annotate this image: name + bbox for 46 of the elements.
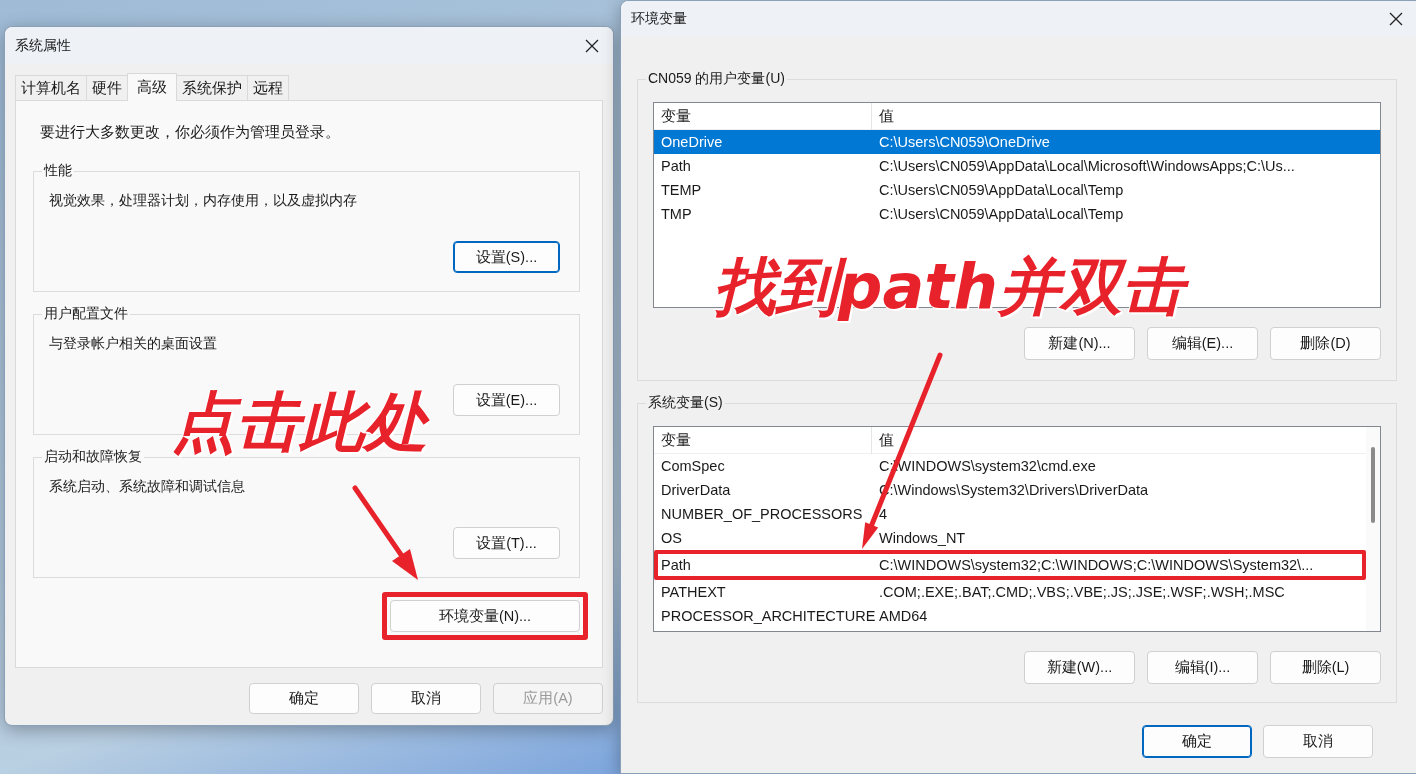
close-icon[interactable]	[1389, 12, 1403, 26]
list-button[interactable]: 删除(L)	[1270, 651, 1381, 684]
dialog-button[interactable]: 确定	[1142, 725, 1252, 758]
group-title: CN059 的用户变量(U)	[646, 70, 787, 87]
window-title: 系统属性	[15, 36, 71, 55]
group-title: 系统变量(S)	[646, 394, 725, 411]
list-row[interactable]: OneDrive C:\Users\CN059\OneDrive	[654, 130, 1380, 154]
notice-text: 要进行大多数更改，你必须作为管理员登录。	[40, 123, 341, 142]
settings-button[interactable]: 设置(T)...	[453, 527, 560, 559]
dialog-button[interactable]: 取消	[371, 683, 481, 714]
list-button[interactable]: 编辑(E)...	[1147, 327, 1258, 360]
group-description: 视觉效果，处理器计划，内存使用，以及虚拟内存	[49, 192, 358, 210]
group-description: 系统启动、系统故障和调试信息	[49, 478, 246, 496]
settings-button[interactable]: 设置(S)...	[453, 241, 560, 273]
environment-variables-button[interactable]: 环境变量(N)...	[390, 600, 580, 632]
annotation-text: 点击此处	[171, 384, 431, 461]
list-row[interactable]: Path C:\WINDOWS\system32;C:\WINDOWS;C:\WINDOWS\System32\...	[654, 550, 1366, 580]
window-title: 环境变量	[631, 10, 687, 28]
column-header[interactable]: 值	[872, 427, 894, 454]
list-row[interactable]: NUMBER_OF_PROCESSORS 4	[654, 502, 1366, 526]
dialog-button[interactable]: 取消	[1263, 725, 1373, 758]
scrollbar[interactable]	[1366, 427, 1380, 631]
tab[interactable]: 远程	[247, 75, 289, 100]
list-button[interactable]: 删除(D)	[1270, 327, 1381, 360]
close-icon[interactable]	[585, 38, 599, 53]
tab[interactable]: 高级	[127, 73, 177, 101]
list-row[interactable]: OS Windows_NT	[654, 526, 1366, 550]
list-button[interactable]: 编辑(I)...	[1147, 651, 1258, 684]
list-row[interactable]: TEMP C:\Users\CN059\AppData\Local\Temp	[654, 178, 1380, 202]
list-button[interactable]: 新建(N)...	[1024, 327, 1135, 360]
list-row[interactable]: PATHEXT .COM;.EXE;.BAT;.CMD;.VBS;.VBE;.JS;.JSE;.WSF;.WSH;.MSC	[654, 580, 1366, 604]
column-header[interactable]: 值	[872, 103, 894, 130]
group-title: 用户配置文件	[42, 305, 130, 322]
column-header[interactable]: 变量	[654, 427, 872, 454]
tab[interactable]: 计算机名	[15, 75, 87, 100]
list-row[interactable]: TMP C:\Users\CN059\AppData\Local\Temp	[654, 202, 1380, 226]
group-title: 启动和故障恢复	[42, 448, 144, 465]
column-header[interactable]: 变量	[654, 103, 872, 130]
list-row[interactable]: Path C:\Users\CN059\AppData\Local\Microsoft\WindowsApps;C:\Us...	[654, 154, 1380, 178]
group-description: 与登录帐户相关的桌面设置	[49, 335, 218, 353]
list-button[interactable]: 新建(W)...	[1024, 651, 1135, 684]
list-row[interactable]: PROCESSOR_ARCHITECTURE AMD64	[654, 604, 1366, 628]
group-title: 性能	[42, 162, 74, 179]
dialog-button[interactable]: 确定	[249, 683, 359, 714]
settings-button[interactable]: 设置(E)...	[453, 384, 560, 416]
annotation-text: 找到path并双击	[712, 250, 1194, 325]
